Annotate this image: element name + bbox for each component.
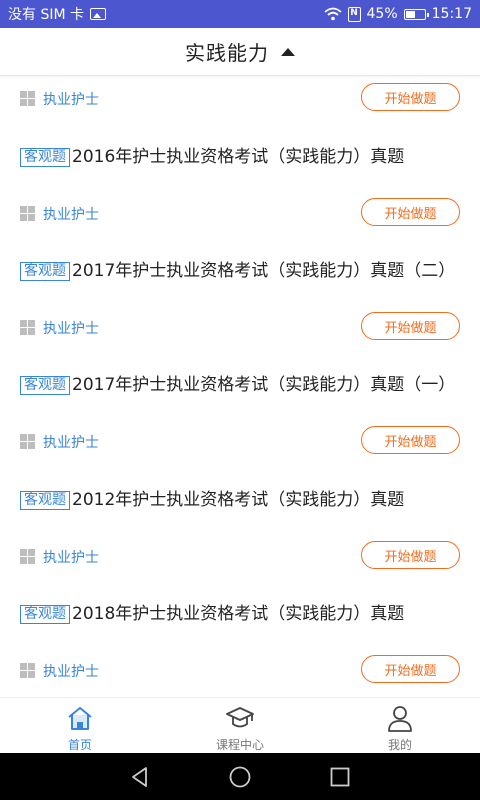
home-circle-icon[interactable] [228,765,252,789]
start-practice-button[interactable]: 开始做题 [361,198,460,226]
page-title[interactable]: 实践能力 [185,37,269,66]
recent-apps-icon[interactable] [328,765,352,789]
exam-title[interactable]: 客观题 2017年护士执业资格考试（实践能力）真题（二） [20,259,460,284]
category-label: 执业护士 [43,550,99,566]
nfc-icon: N [347,6,361,22]
objective-tag: 客观题 [20,605,70,624]
user-icon [388,706,412,732]
exam-title-text: 2017年护士执业资格考试（实践能力）真题（一） [72,375,456,395]
exam-title[interactable]: 客观题 2016年护士执业资格考试（实践能力）真题 [20,145,460,170]
exam-title-text: 2016年护士执业资格考试（实践能力）真题 [72,147,405,167]
start-practice-button[interactable]: 开始做题 [361,426,460,454]
list-item[interactable]: 客观题 2018年护士执业资格考试（实践能力）真题 执业护士 开始做题 [0,602,480,697]
nav-mine-label: 我的 [387,738,412,752]
start-practice-button[interactable]: 开始做题 [361,312,460,340]
list-item[interactable]: 客观题 2017年护士执业资格考试（实践能力）真题（一） 执业护士 开始做题 [0,373,480,473]
list-item[interactable]: 客观题 2012年护士执业资格考试（实践能力）真题 执业护士 开始做题 [0,488,480,588]
battery-icon [403,8,429,20]
category-label: 执业护士 [43,435,99,451]
app-screen: 没有 SIM 卡 N 45% 15:17 实践能力 执业护士 开始做题 客观题 … [0,0,480,800]
image-notification-icon [90,8,106,20]
clock: 15:17 [431,6,472,22]
exam-title-text: 2017年护士执业资格考试（实践能力）真题（二） [72,261,456,281]
item-meta-row: 执业护士 开始做题 [0,198,480,228]
exam-title[interactable]: 客观题 2018年护士执业资格考试（实践能力）真题 [20,602,460,627]
objective-tag: 客观题 [20,148,70,167]
nav-home-label: 首页 [67,738,92,752]
start-practice-button[interactable]: 开始做题 [361,655,460,683]
category-label: 执业护士 [43,92,99,108]
category-grid-icon [20,549,35,564]
nav-course-center[interactable]: 课程中心 [160,698,320,753]
exam-title-text: 2018年护士执业资格考试（实践能力）真题 [72,604,405,624]
objective-tag: 客观题 [20,491,70,510]
item-meta-row: 执业护士 开始做题 [0,426,480,456]
system-nav-bar [0,753,480,800]
exam-title[interactable]: 客观题 2017年护士执业资格考试（实践能力）真题（一） [20,373,460,398]
category-label: 执业护士 [43,664,99,680]
category-label: 执业护士 [43,321,99,337]
list-item-partial: 执业护士 开始做题 [0,83,480,113]
battery-percent: 45% [366,6,398,22]
carrier-text: 没有 SIM 卡 [8,7,84,23]
nav-home[interactable]: 首页 [0,698,160,753]
page-header[interactable]: 实践能力 [0,28,480,76]
objective-tag: 客观题 [20,262,70,281]
back-icon[interactable] [128,765,152,789]
category-grid-icon [20,206,35,221]
exam-title-text: 2012年护士执业资格考试（实践能力）真题 [72,490,405,510]
category-grid-icon [20,434,35,449]
wifi-icon [323,7,342,21]
home-icon [68,707,92,730]
item-meta-row: 执业护士 开始做题 [0,312,480,342]
item-meta-row: 执业护士 开始做题 [0,655,480,685]
objective-tag: 客观题 [20,376,70,395]
exam-title[interactable]: 客观题 2012年护士执业资格考试（实践能力）真题 [20,488,460,513]
nav-mine[interactable]: 我的 [320,698,480,753]
item-meta-row: 执业护士 开始做题 [0,541,480,571]
list-item[interactable]: 客观题 2017年护士执业资格考试（实践能力）真题（二） 执业护士 开始做题 [0,259,480,359]
start-practice-button[interactable]: 开始做题 [361,83,460,111]
category-grid-icon [20,91,35,106]
start-practice-button[interactable]: 开始做题 [361,541,460,569]
list-item[interactable]: 客观题 2016年护士执业资格考试（实践能力）真题 执业护士 开始做题 [0,145,480,245]
category-grid-icon [20,663,35,678]
status-bar: 没有 SIM 卡 N 45% 15:17 [0,0,480,28]
nav-course-center-label: 课程中心 [215,738,264,752]
category-label: 执业护士 [43,207,99,223]
category-grid-icon [20,320,35,335]
bottom-nav: 首页 课程中心 我的 [0,697,480,753]
caret-up-icon[interactable] [281,47,295,56]
exam-list[interactable]: 执业护士 开始做题 客观题 2016年护士执业资格考试（实践能力）真题 执业护士 … [0,77,480,697]
graduation-cap-icon [226,707,254,728]
